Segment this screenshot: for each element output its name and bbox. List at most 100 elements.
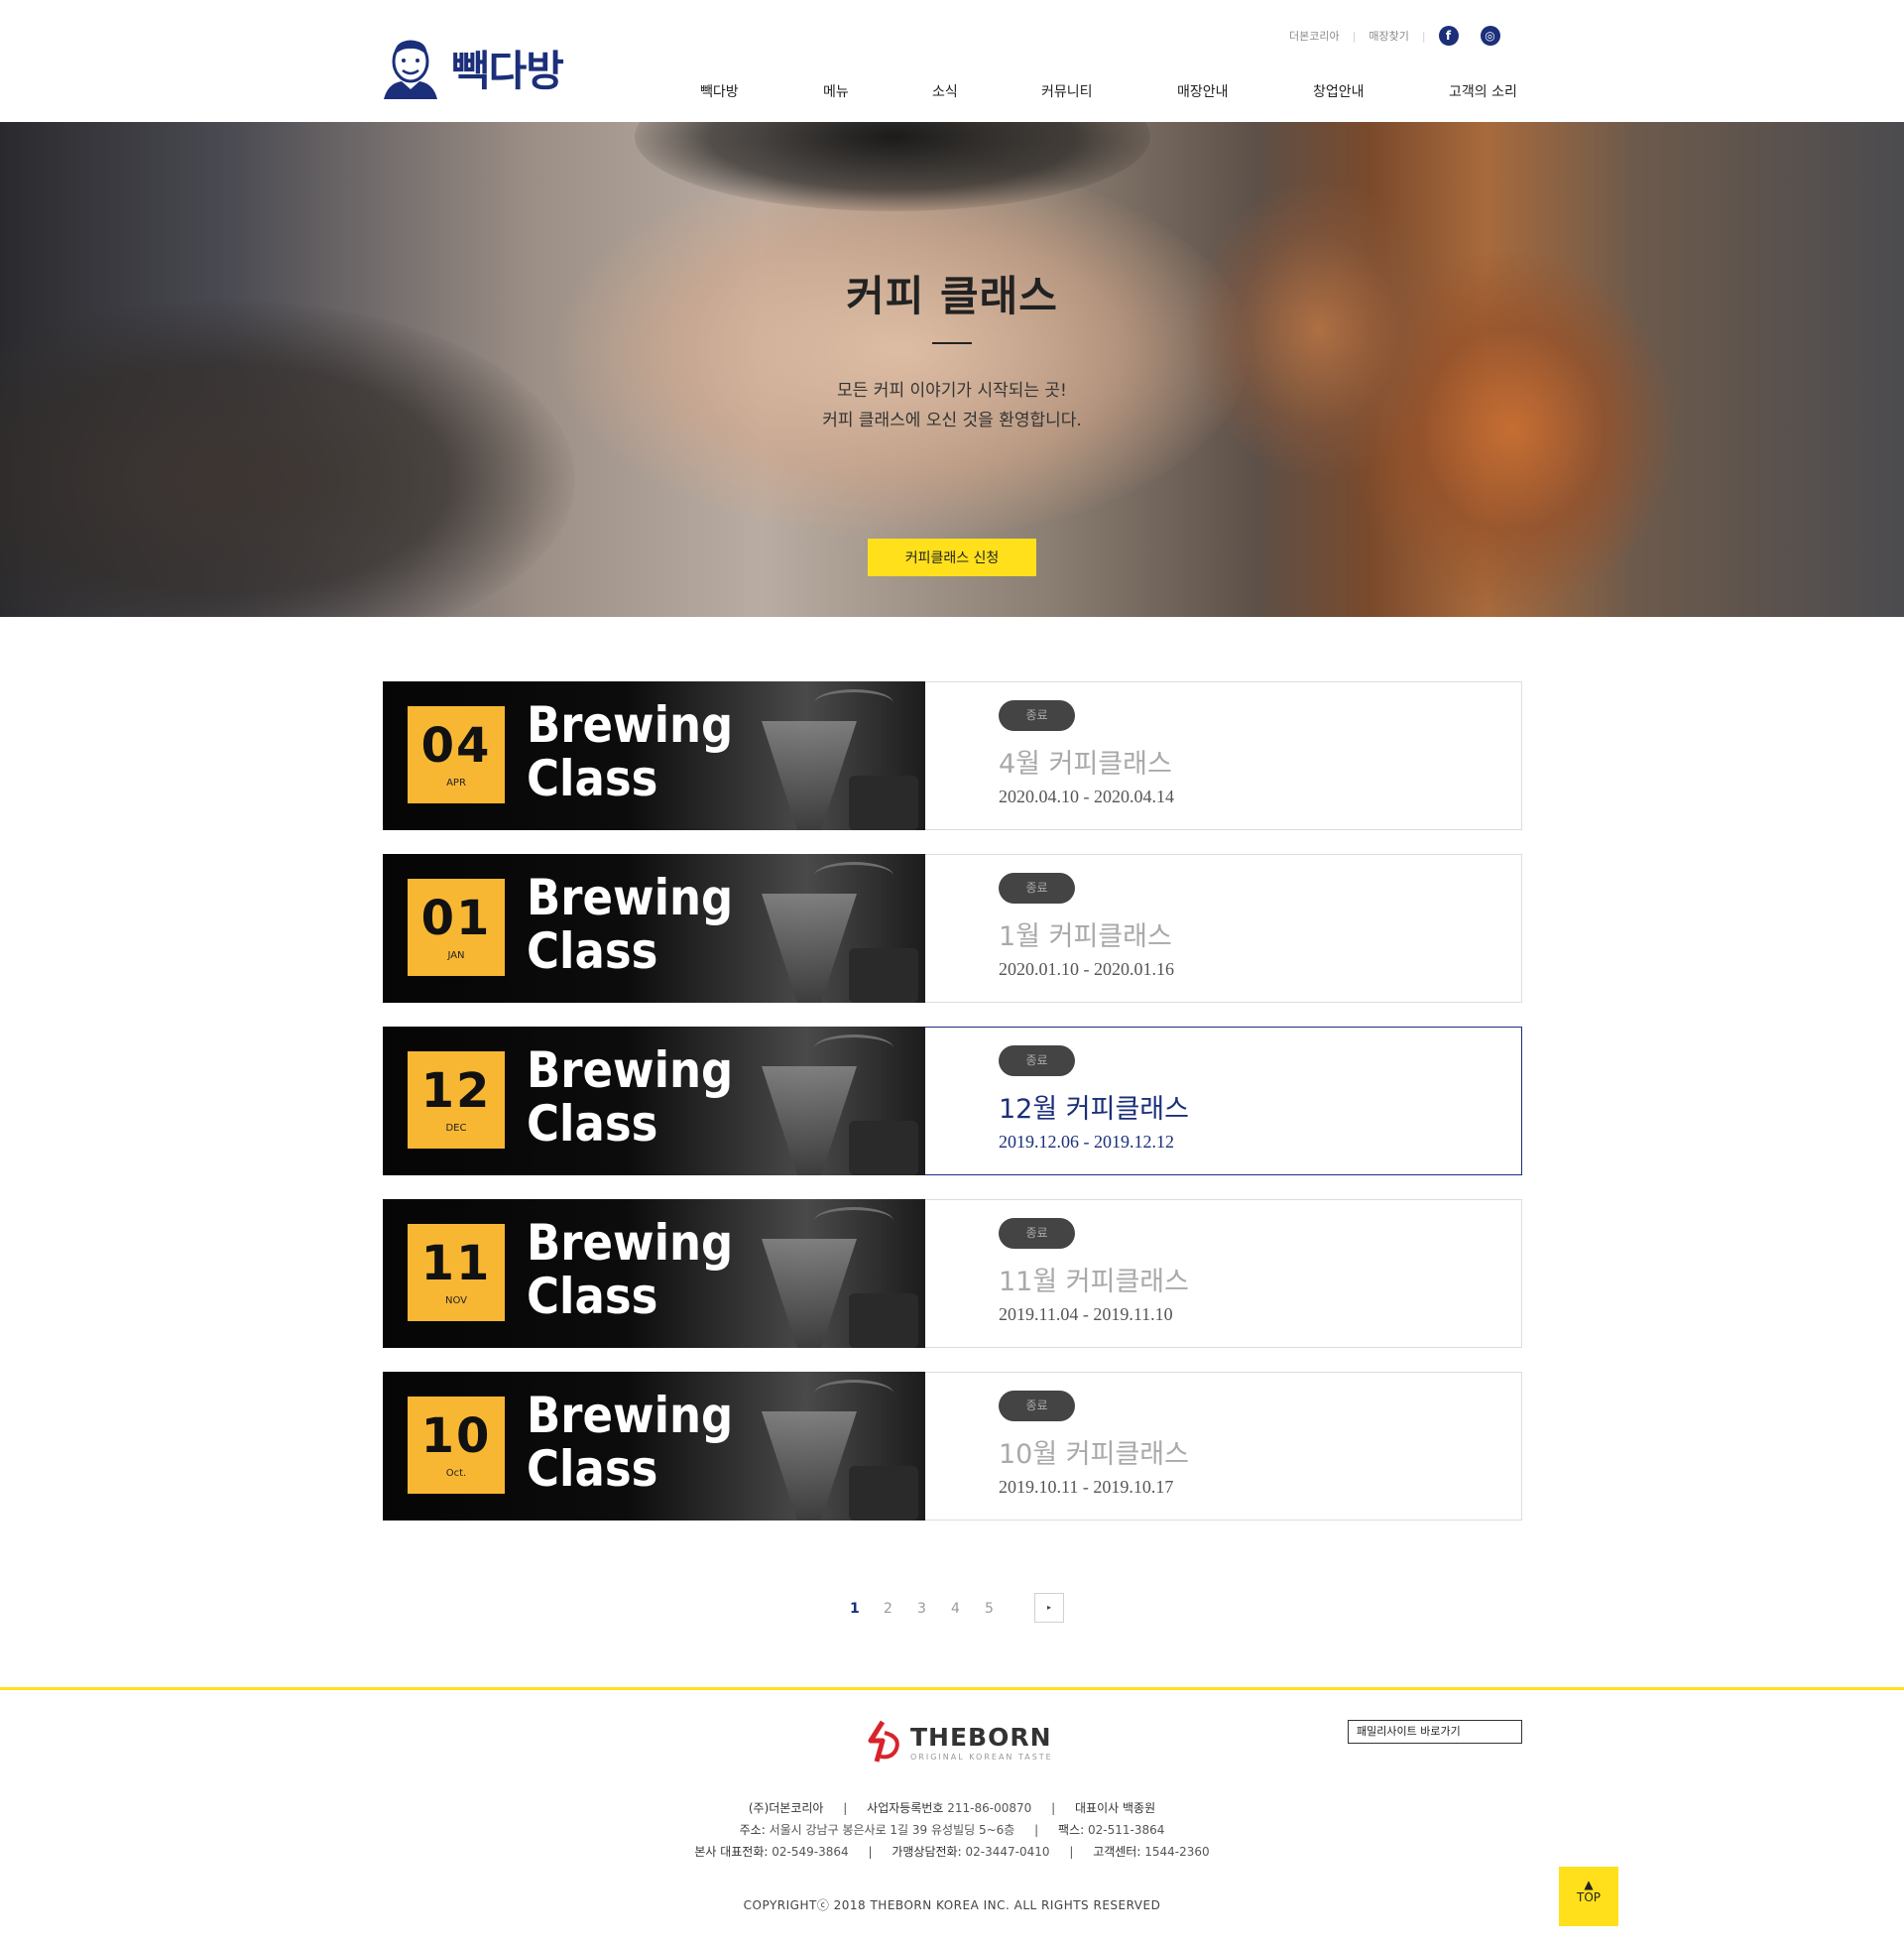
- class-list-item[interactable]: 11 NOV Brewing Class 종료 11월 커피클래스 2019.1…: [383, 1199, 1522, 1348]
- kettle-image: [814, 862, 893, 890]
- footer-top-border: [0, 1687, 1904, 1690]
- theborn-name: THEBORN: [910, 1722, 1052, 1752]
- company-name: (주)더본코리아: [748, 1801, 824, 1815]
- page-link-1[interactable]: 1: [850, 1601, 860, 1617]
- class-month-abbr: Oct.: [445, 1468, 467, 1479]
- nav-item-community[interactable]: 커뮤니티: [1041, 81, 1093, 101]
- cs-label: 고객센터:: [1093, 1845, 1141, 1859]
- class-list-item[interactable]: 04 APR Brewing Class 종료 4월 커피클래스 2020.04…: [383, 681, 1522, 830]
- address-value: 서울시 강남구 봉은사로 1길 39 유성빌딩 5~6층: [769, 1823, 1015, 1837]
- nav-item-paikdabang[interactable]: 빽다방: [700, 81, 739, 101]
- class-date-box: 11 NOV: [408, 1224, 505, 1321]
- class-title[interactable]: 12월 커피클래스: [999, 1087, 1189, 1126]
- class-list-item[interactable]: 01 JAN Brewing Class 종료 1월 커피클래스 2020.01…: [383, 854, 1522, 1003]
- util-divider: |: [1352, 29, 1357, 43]
- franchise-tel-value: 02-3447-0410: [965, 1845, 1050, 1859]
- franchise-tel-label: 가맹상담전화:: [892, 1845, 962, 1859]
- class-thumbnail: 04 APR Brewing Class: [383, 681, 925, 830]
- ceo-label: 대표이사: [1075, 1801, 1120, 1815]
- coffee-jar-image: [849, 1121, 918, 1175]
- class-month-number: 12: [420, 1063, 492, 1119]
- nav-item-news[interactable]: 소식: [932, 81, 958, 101]
- page-link-4[interactable]: 4: [951, 1601, 960, 1617]
- brewing-class-line-2: Class: [527, 750, 658, 807]
- coffee-jar-image: [849, 948, 918, 1003]
- family-site-select[interactable]: 패밀리사이트 바로가기: [1348, 1720, 1522, 1744]
- class-date-range: 2020.01.10 - 2020.01.16: [999, 959, 1174, 979]
- fax-value: 02-511-3864: [1088, 1823, 1165, 1837]
- copyright: COPYRIGHTⓒ 2018 THEBORN KOREA INC. ALL R…: [743, 1898, 1161, 1912]
- class-date-range: 2019.10.11 - 2019.10.17: [999, 1477, 1174, 1497]
- brewing-class-line-1: Brewing: [527, 1041, 734, 1099]
- util-link-store-finder[interactable]: 매장찾기: [1368, 28, 1408, 44]
- page-link-5[interactable]: 5: [985, 1601, 994, 1617]
- apply-coffee-class-button[interactable]: 커피클래스 신청: [868, 539, 1036, 576]
- theborn-tagline: ORIGINAL KOREAN TASTE: [910, 1752, 1053, 1762]
- hero-title: 커피 클래스: [846, 272, 1058, 320]
- site-header: 빽다방 더본코리아 | 매장찾기 | f ◎ 빽다방 메뉴 소식 커뮤니티 매장…: [0, 0, 1904, 122]
- class-title[interactable]: 4월 커피클래스: [999, 742, 1172, 781]
- brewing-class-line-2: Class: [527, 1095, 658, 1153]
- brewing-class-line-2: Class: [527, 922, 658, 980]
- cs-value: 1544-2360: [1144, 1845, 1210, 1859]
- nav-item-customer-voice[interactable]: 고객의 소리: [1449, 81, 1517, 101]
- brewing-class-line-2: Class: [527, 1440, 658, 1498]
- kettle-image: [814, 689, 893, 717]
- site-logo[interactable]: 빽다방: [380, 36, 564, 99]
- brewing-class-line-1: Brewing: [527, 869, 734, 926]
- founder-face-icon: [384, 40, 437, 99]
- utility-menu: 더본코리아 | 매장찾기 | f ◎: [1289, 26, 1500, 46]
- class-thumbnail: 12 DEC Brewing Class: [383, 1027, 925, 1175]
- footer-divider: |: [1034, 1823, 1039, 1837]
- scroll-top-button[interactable]: ▲ TOP: [1559, 1867, 1618, 1926]
- coffee-jar-image: [849, 776, 918, 830]
- class-title[interactable]: 11월 커피클래스: [999, 1260, 1189, 1298]
- class-date-box: 04 APR: [408, 706, 505, 803]
- page-link-2[interactable]: 2: [884, 1601, 892, 1617]
- footer-divider: |: [868, 1845, 873, 1859]
- util-link-theborn[interactable]: 더본코리아: [1289, 28, 1340, 44]
- theborn-wordmark: THEBORN ORIGINAL KOREAN TASTE: [910, 1723, 1053, 1762]
- footer-info-line-1: (주)더본코리아 | 사업자등록번호 211-86-00870 | 대표이사 백…: [0, 1799, 1904, 1816]
- brewing-class-line-2: Class: [527, 1268, 658, 1325]
- hero-subtitle-line-1: 모든 커피 이야기가 시작되는 곳!: [837, 381, 1067, 401]
- brewing-class-line-1: Brewing: [527, 696, 734, 754]
- nav-item-menu[interactable]: 메뉴: [823, 81, 849, 101]
- address-label: 주소:: [739, 1823, 766, 1837]
- hq-tel-label: 본사 대표전화:: [694, 1845, 769, 1859]
- theborn-mark-icon: [868, 1720, 899, 1763]
- kettle-image: [814, 1207, 893, 1235]
- bizno-label: 사업자등록번호: [867, 1801, 944, 1815]
- class-list-item[interactable]: 12 DEC Brewing Class 종료 12월 커피클래스 2019.1…: [383, 1027, 1522, 1175]
- class-month-number: 04: [420, 718, 492, 774]
- coffee-jar-image: [849, 1466, 918, 1520]
- status-badge: 종료: [999, 700, 1075, 731]
- class-title[interactable]: 10월 커피클래스: [999, 1432, 1189, 1471]
- next-page-button[interactable]: ▸: [1034, 1593, 1064, 1623]
- class-month-abbr: DEC: [445, 1123, 467, 1134]
- instagram-icon[interactable]: ◎: [1480, 26, 1500, 46]
- class-thumbnail: 01 JAN Brewing Class: [383, 854, 925, 1003]
- hq-tel-value: 02-549-3864: [772, 1845, 849, 1859]
- class-list-item[interactable]: 10 Oct. Brewing Class 종료 10월 커피클래스 2019.…: [383, 1372, 1522, 1520]
- class-thumbnail: 11 NOV Brewing Class: [383, 1199, 925, 1348]
- fax-label: 팩스:: [1058, 1823, 1085, 1837]
- class-date-range: 2019.12.06 - 2019.12.12: [999, 1132, 1174, 1152]
- facebook-icon[interactable]: f: [1438, 26, 1459, 46]
- footer-divider: |: [843, 1801, 848, 1815]
- hero-divider: [932, 342, 972, 344]
- kettle-image: [814, 1034, 893, 1062]
- nav-item-franchise[interactable]: 창업안내: [1313, 81, 1365, 101]
- brewing-class-line-1: Brewing: [527, 1387, 734, 1444]
- nav-item-stores[interactable]: 매장안내: [1177, 81, 1229, 101]
- page-link-3[interactable]: 3: [917, 1601, 926, 1617]
- theborn-logo[interactable]: THEBORN ORIGINAL KOREAN TASTE: [863, 1719, 1053, 1764]
- brewing-class-text: Brewing Class: [527, 1043, 733, 1151]
- coffee-jar-image: [849, 1293, 918, 1348]
- hero-subtitle-line-2: 커피 클래스에 오신 것을 환영합니다.: [822, 411, 1082, 430]
- class-title[interactable]: 1월 커피클래스: [999, 914, 1172, 953]
- bizno-value: 211-86-00870: [947, 1801, 1032, 1815]
- class-thumbnail: 10 Oct. Brewing Class: [383, 1372, 925, 1520]
- footer-info-line-3: 본사 대표전화: 02-549-3864 | 가맹상담전화: 02-3447-0…: [0, 1843, 1904, 1860]
- brewing-class-text: Brewing Class: [527, 1389, 733, 1496]
